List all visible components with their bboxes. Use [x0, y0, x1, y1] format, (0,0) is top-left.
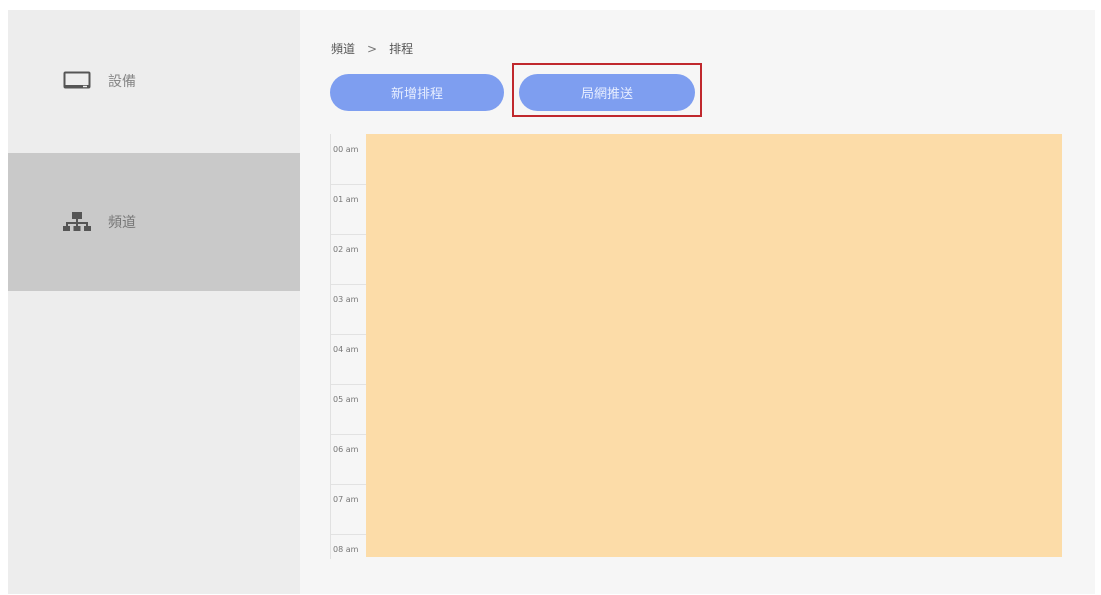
network-icon: [62, 210, 92, 234]
time-label: 06 am: [333, 445, 359, 454]
sidebar: 設備 頻道: [8, 10, 300, 594]
time-label: 08 am: [333, 545, 359, 554]
sidebar-item-label: 設備: [108, 74, 136, 90]
time-label: 03 am: [333, 295, 359, 304]
add-schedule-button[interactable]: 新增排程: [330, 74, 504, 111]
time-slot: 00 am: [331, 134, 367, 185]
sidebar-item-label: 頻道: [108, 215, 136, 231]
time-slot: 07 am: [331, 484, 367, 535]
time-label: 05 am: [333, 395, 359, 404]
time-label: 02 am: [333, 245, 359, 254]
breadcrumb-separator: >: [367, 41, 378, 56]
time-slot: 08 am: [331, 534, 367, 559]
time-slot: 02 am: [331, 234, 367, 285]
breadcrumb: 頻道 > 排程: [331, 40, 413, 57]
sidebar-item-devices[interactable]: 設備: [8, 10, 300, 152]
schedule-slot-area[interactable]: [366, 134, 1062, 557]
time-axis: 00 am 01 am 02 am 03 am 04 am 05 am 06 a…: [330, 134, 367, 559]
lan-push-button[interactable]: 局網推送: [519, 74, 695, 111]
time-label: 00 am: [333, 145, 359, 154]
monitor-icon: [62, 69, 92, 93]
time-slot: 04 am: [331, 334, 367, 385]
breadcrumb-parent[interactable]: 頻道: [331, 40, 355, 57]
schedule-grid: 00 am 01 am 02 am 03 am 04 am 05 am 06 a…: [330, 134, 1062, 559]
time-label: 07 am: [333, 495, 359, 504]
time-slot: 06 am: [331, 434, 367, 485]
time-slot: 05 am: [331, 384, 367, 435]
time-slot: 01 am: [331, 184, 367, 235]
breadcrumb-current: 排程: [389, 42, 414, 56]
time-slot: 03 am: [331, 284, 367, 335]
time-label: 04 am: [333, 345, 359, 354]
sidebar-item-channels[interactable]: 頻道: [8, 153, 300, 291]
time-label: 01 am: [333, 195, 359, 204]
